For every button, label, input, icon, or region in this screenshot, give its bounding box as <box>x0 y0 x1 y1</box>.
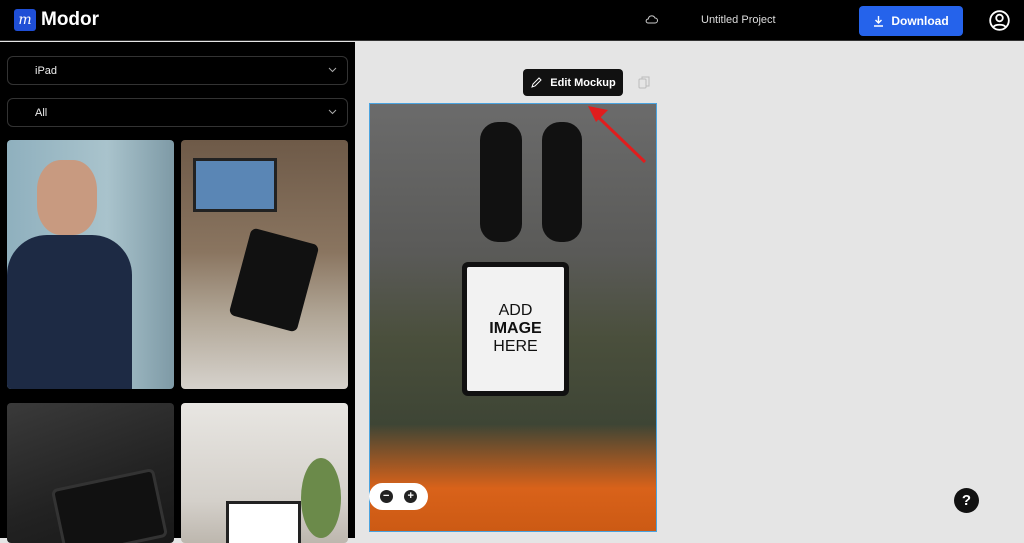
user-account-icon[interactable] <box>989 10 1010 31</box>
duplicate-icon[interactable] <box>638 76 650 89</box>
mockup-thumbnail[interactable] <box>7 140 174 389</box>
sidebar: iPad All <box>0 42 355 543</box>
logo-mark: m <box>14 9 36 31</box>
placeholder-text: HERE <box>493 338 538 355</box>
top-bar: m Modor Untitled Project Download <box>0 0 1024 41</box>
ipad-screen[interactable]: ADD IMAGE HERE <box>462 262 569 396</box>
mockup-thumbnail[interactable] <box>7 403 174 543</box>
logo[interactable]: m Modor <box>14 9 99 31</box>
zoom-controls: − + <box>369 483 428 510</box>
mockup-thumbnail[interactable] <box>181 140 348 389</box>
annotation-arrow <box>588 106 647 164</box>
thumbnail-figure <box>50 467 169 543</box>
thumbnail-figure <box>301 458 341 538</box>
mockup-thumbnail[interactable] <box>181 403 348 543</box>
placeholder-text: ADD <box>498 302 533 319</box>
mockup-figure <box>542 122 582 242</box>
thumbnail-figure <box>226 501 301 543</box>
thumbnail-figure <box>7 235 132 389</box>
cloud-save-icon <box>645 15 658 24</box>
thumbnail-figure <box>37 160 97 235</box>
pencil-icon <box>531 76 543 88</box>
chevron-down-icon <box>328 67 337 73</box>
download-button[interactable]: Download <box>859 6 963 36</box>
download-icon <box>874 16 884 27</box>
edit-mockup-label: Edit Mockup <box>550 76 616 89</box>
thumbnail-figure <box>193 158 277 212</box>
category-select-value: All <box>35 106 48 119</box>
device-select-value: iPad <box>35 64 58 77</box>
thumbnail-figure <box>228 227 320 333</box>
category-select[interactable]: All <box>7 98 348 127</box>
logo-text: Modor <box>41 9 100 30</box>
placeholder-text: IMAGE <box>489 320 542 337</box>
image-placeholder[interactable]: ADD IMAGE HERE <box>467 267 564 391</box>
chevron-down-icon <box>328 109 337 115</box>
edit-mockup-button[interactable]: Edit Mockup <box>523 69 623 96</box>
download-label: Download <box>891 14 949 28</box>
zoom-in-button[interactable]: + <box>404 490 418 503</box>
help-button[interactable]: ? <box>954 488 979 513</box>
zoom-out-button[interactable]: − <box>379 490 393 503</box>
device-select[interactable]: iPad <box>7 56 348 85</box>
project-title[interactable]: Untitled Project <box>701 14 776 26</box>
mockup-figure <box>480 122 522 242</box>
